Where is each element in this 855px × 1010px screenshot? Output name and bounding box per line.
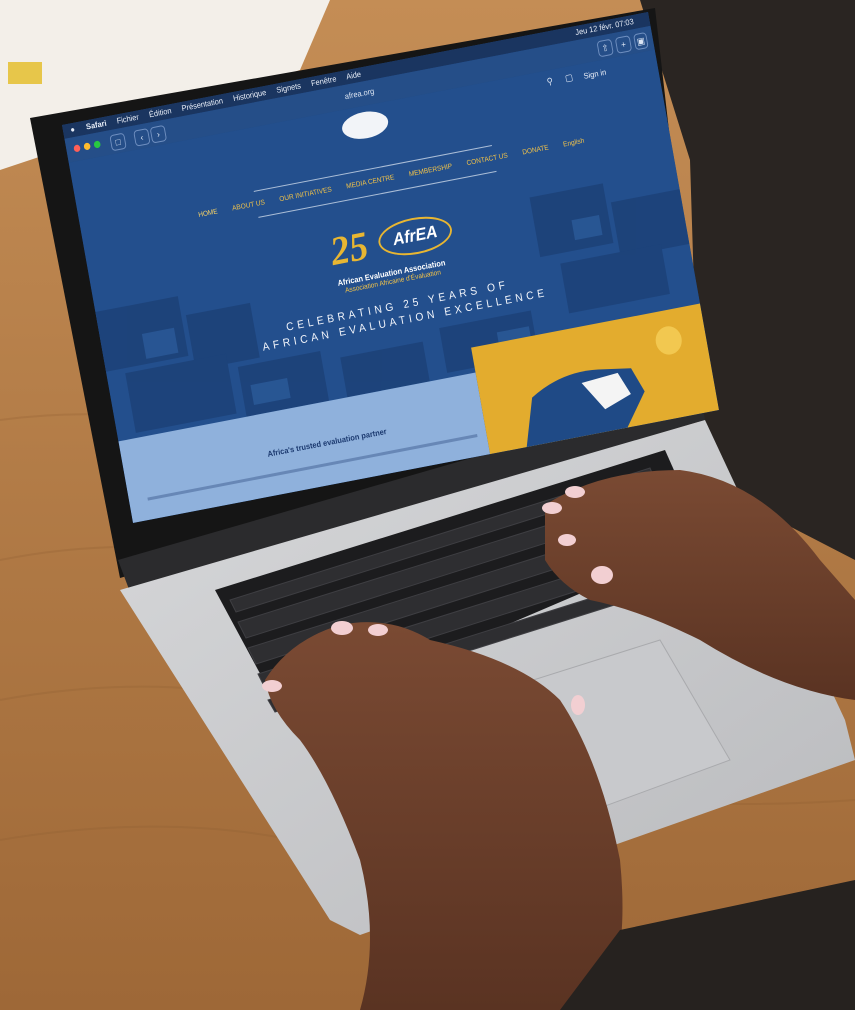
menu-fichier[interactable]: Fichier [116,112,140,125]
minimize-window-icon[interactable] [83,142,91,151]
anniversary-number: 25 [326,222,372,275]
close-window-icon[interactable] [73,144,81,153]
menu-aide[interactable]: Aide [345,70,361,82]
menu-edition[interactable]: Édition [148,106,172,119]
menu-app-name[interactable]: Safari [85,119,107,132]
forward-icon[interactable]: › [149,124,168,144]
share-icon[interactable]: ⇧ [596,38,614,58]
zoom-window-icon[interactable] [93,140,102,149]
tabs-icon[interactable]: ▣ [633,31,649,51]
photo-scene: ● Safari Fichier Édition Présentation Hi… [0,0,855,1010]
back-icon[interactable]: ‹ [133,128,151,147]
apple-icon[interactable]: ● [70,125,76,135]
sticky-note [8,62,42,84]
new-tab-icon[interactable]: + [614,35,633,54]
sidebar-icon[interactable]: □ [109,132,127,152]
